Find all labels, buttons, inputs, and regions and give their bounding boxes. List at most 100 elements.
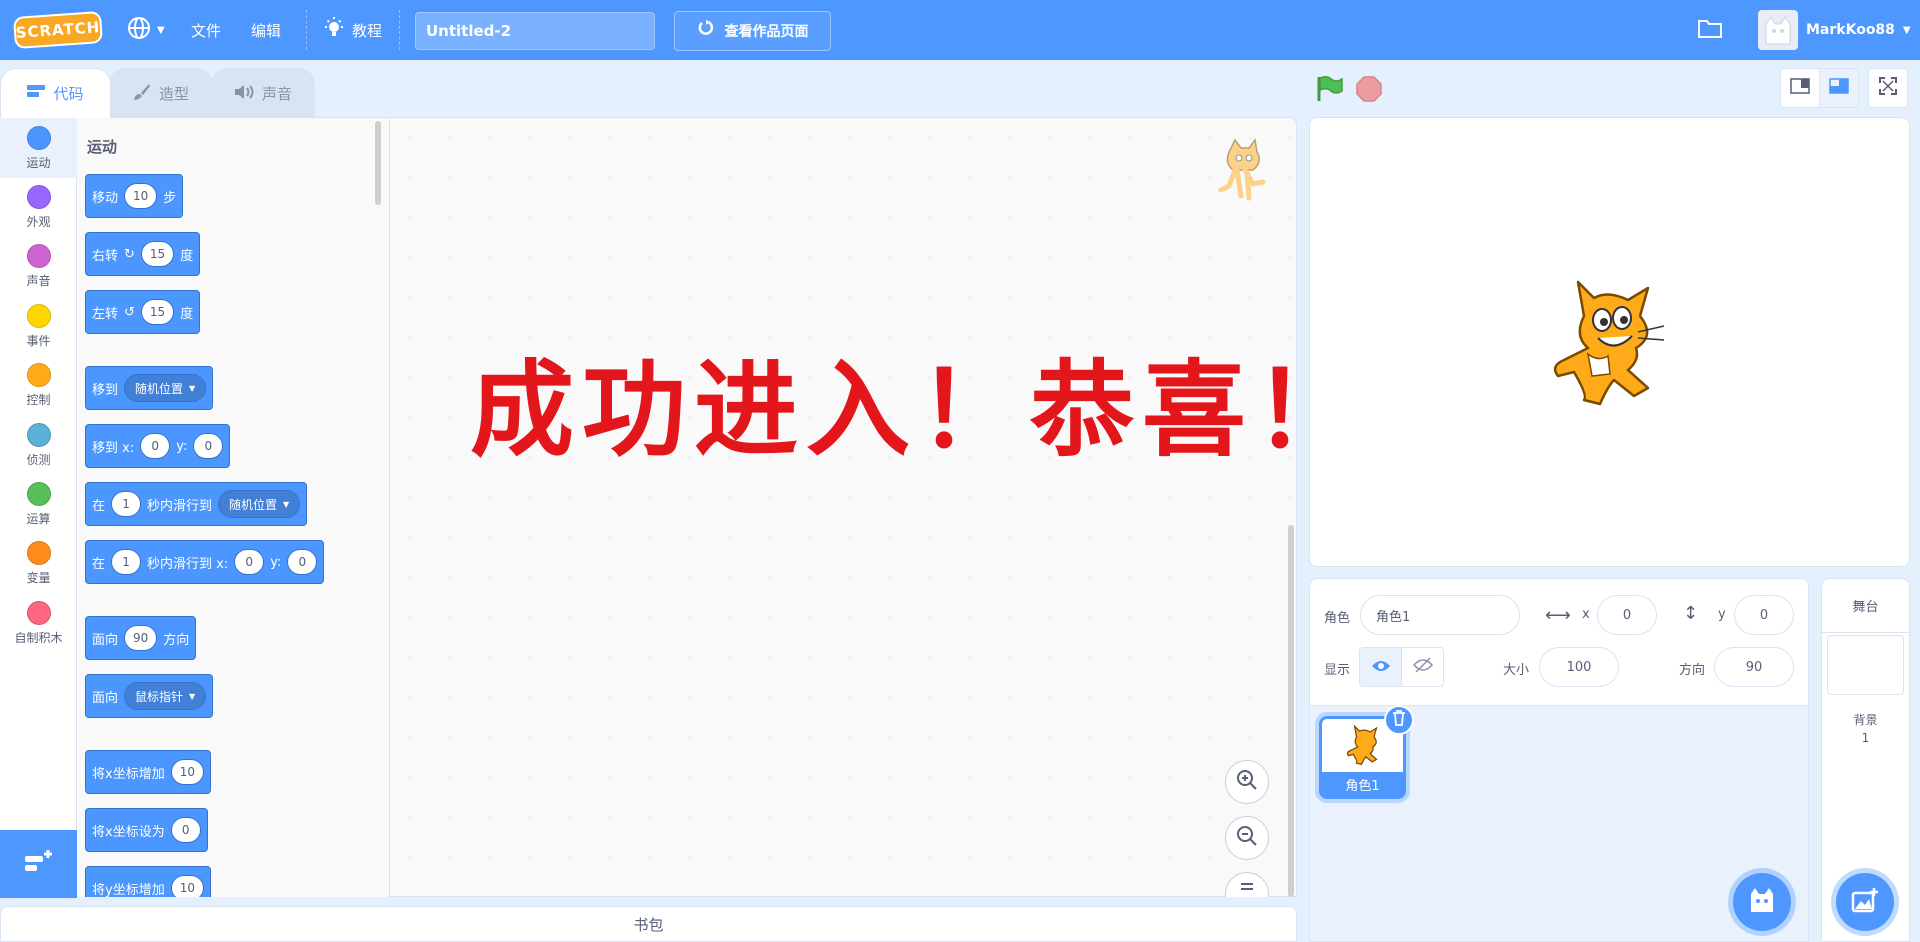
block-glide-xy[interactable]: 在 1 秒内滑行到 x: 0 y: 0 — [85, 540, 325, 584]
username-label: MarkKoo88 — [1806, 22, 1895, 38]
block-number-input[interactable]: 10 — [124, 183, 158, 209]
chevron-down-icon: ▼ — [189, 383, 196, 393]
stage-thumbnail[interactable] — [1827, 635, 1904, 695]
project-title-input[interactable] — [415, 12, 655, 50]
category-events[interactable]: 事件 — [0, 296, 77, 356]
block-number-input[interactable]: 10 — [170, 759, 204, 785]
category-label: 自制积木 — [14, 630, 63, 645]
block-goto[interactable]: 移到 随机位置 ▼ — [85, 366, 214, 410]
script-scrollbar[interactable] — [1288, 525, 1294, 897]
normal-stage-button[interactable] — [1819, 68, 1859, 108]
category-sensing[interactable]: 侦测 — [0, 415, 77, 475]
x-input[interactable]: 0 — [1597, 595, 1657, 635]
category-looks[interactable]: 外观 — [0, 177, 77, 237]
block-text: 左转 — [92, 306, 119, 322]
block-change-x[interactable]: 将x坐标增加 10 — [85, 750, 211, 794]
lightbulb-icon — [322, 16, 346, 44]
file-menu[interactable]: 文件 — [191, 0, 221, 60]
block-change-y[interactable]: 将y坐标增加 10 — [85, 866, 211, 897]
category-motion[interactable]: 运动 — [0, 118, 77, 178]
tutorials-menu[interactable]: 教程 — [322, 0, 382, 60]
menu-divider — [306, 10, 307, 50]
sensing-dot-icon — [26, 422, 51, 447]
block-point-direction[interactable]: 面向 90 方向 — [85, 616, 197, 660]
palette-scrollbar[interactable] — [375, 121, 381, 205]
stop-button[interactable] — [1354, 76, 1384, 106]
x-label: x — [1582, 607, 1590, 622]
folder-icon — [1697, 17, 1723, 43]
category-operators[interactable]: 运算 — [0, 474, 77, 534]
my-stuff-button[interactable] — [1697, 0, 1723, 60]
block-turn-right[interactable]: 右转 ↻ 15 度 — [85, 232, 201, 276]
chevron-down-icon: ▼ — [157, 24, 165, 36]
block-number-input[interactable]: 1 — [111, 491, 142, 517]
normal-stage-icon — [1829, 78, 1849, 98]
block-turn-left[interactable]: 左转 ↺ 15 度 — [85, 290, 201, 334]
scratch-logo[interactable]: SCRATCH — [12, 10, 104, 50]
block-point-towards[interactable]: 面向 鼠标指针 ▼ — [85, 674, 214, 718]
block-number-input[interactable]: 0 — [287, 549, 318, 575]
block-number-input[interactable]: 15 — [140, 299, 175, 325]
backpack[interactable]: 书包 — [0, 906, 1297, 942]
my-blocks-dot-icon — [26, 600, 51, 625]
fullscreen-button[interactable] — [1868, 68, 1908, 108]
remix-icon — [697, 19, 717, 43]
category-sound[interactable]: 声音 — [0, 236, 77, 296]
block-dropdown[interactable]: 鼠标指针 ▼ — [124, 682, 207, 710]
events-dot-icon — [26, 303, 51, 328]
green-flag-button[interactable] — [1313, 75, 1345, 107]
block-text: y: — [176, 438, 188, 454]
block-number-input[interactable]: 0 — [140, 433, 171, 459]
block-goto-xy[interactable]: 移到 x: 0 y: 0 — [85, 424, 231, 468]
zoom-out-button[interactable] — [1225, 816, 1269, 860]
see-project-page-button[interactable]: 查看作品页面 — [674, 11, 831, 51]
tab-sounds[interactable]: 声音 — [211, 68, 315, 118]
zoom-in-icon — [1235, 768, 1259, 796]
category-control[interactable]: 控制 — [0, 355, 77, 415]
block-number-input[interactable]: 15 — [140, 241, 175, 267]
language-menu[interactable]: ▼ — [127, 0, 165, 60]
tab-code[interactable]: 代码 — [0, 68, 111, 118]
show-sprite-button[interactable] — [1360, 648, 1402, 686]
size-input[interactable]: 100 — [1539, 647, 1619, 687]
script-area[interactable] — [389, 117, 1297, 897]
block-text: 移到 — [92, 382, 119, 398]
add-backdrop-button[interactable] — [1836, 873, 1894, 931]
block-dropdown[interactable]: 随机位置 ▼ — [218, 490, 301, 518]
add-sprite-button[interactable] — [1733, 873, 1791, 931]
sprite-name-input[interactable] — [1360, 595, 1520, 635]
horizontal-arrows-icon: ⟷ — [1545, 605, 1571, 626]
cat-sprite-icon[interactable] — [1544, 276, 1672, 408]
block-dropdown[interactable]: 随机位置 ▼ — [124, 374, 207, 402]
block-number-input[interactable]: 0 — [170, 817, 201, 843]
zoom-in-button[interactable] — [1225, 760, 1269, 804]
category-variables[interactable]: 变量 — [0, 533, 77, 593]
vertical-arrows-icon: ↕ — [1683, 603, 1699, 624]
add-extension-button[interactable] — [0, 830, 77, 898]
block-number-input[interactable]: 0 — [193, 433, 224, 459]
chevron-down-icon: ▼ — [1902, 24, 1911, 36]
block-number-input[interactable]: 1 — [111, 549, 142, 575]
y-label: y — [1718, 607, 1726, 622]
block-glide[interactable]: 在 1 秒内滑行到 随机位置 ▼ — [85, 482, 308, 526]
account-menu[interactable]: MarkKoo88 ▼ — [1758, 10, 1911, 50]
edit-menu[interactable]: 编辑 — [251, 0, 281, 60]
add-extension-icon — [23, 848, 55, 880]
delete-sprite-button[interactable] — [1384, 705, 1414, 735]
block-move-steps[interactable]: 移动 10 步 — [85, 174, 184, 218]
small-stage-button[interactable] — [1780, 68, 1820, 108]
sound-dot-icon — [26, 243, 51, 268]
hide-sprite-button[interactable] — [1402, 648, 1443, 686]
rotate-left-icon: ↺ — [124, 304, 135, 320]
block-number-input[interactable]: 0 — [234, 549, 265, 575]
block-text: 度 — [180, 248, 194, 264]
block-number-input[interactable]: 90 — [124, 625, 158, 651]
direction-input[interactable]: 90 — [1714, 647, 1794, 687]
y-input[interactable]: 0 — [1734, 595, 1794, 635]
block-text: 将x坐标增加 — [92, 766, 165, 782]
block-number-input[interactable]: 10 — [170, 875, 204, 897]
sprite-pane: 角色 ⟷ x 0 ↕ y 0 显示 大小 100 方向 90 角色1 — [1309, 578, 1809, 942]
tab-costumes[interactable]: 造型 — [109, 68, 213, 118]
category-my-blocks[interactable]: 自制积木 — [0, 593, 77, 653]
block-set-x[interactable]: 将x坐标设为 0 — [85, 808, 208, 852]
